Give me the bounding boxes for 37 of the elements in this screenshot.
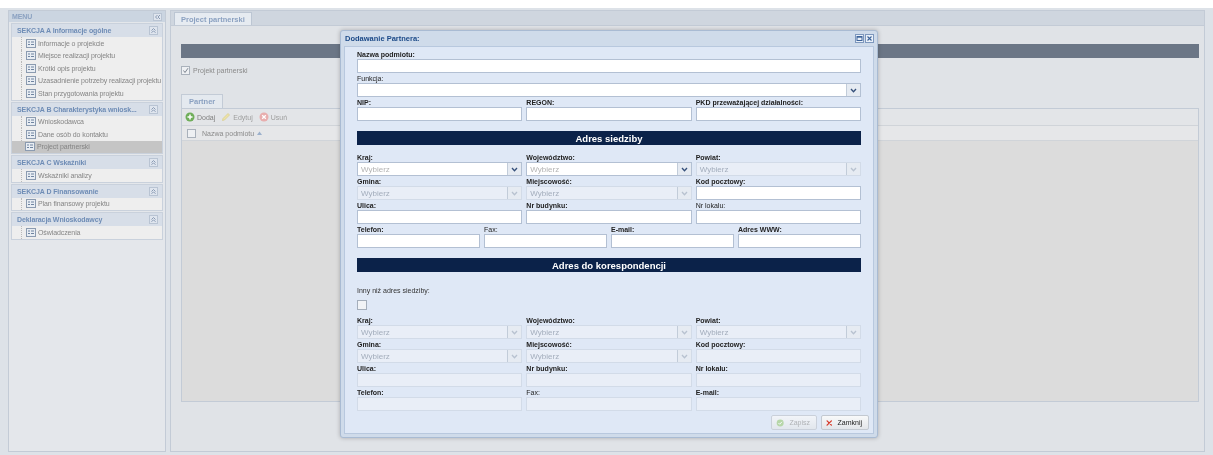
pencil-icon	[221, 112, 232, 122]
input-field[interactable]	[357, 59, 861, 73]
checkbox[interactable]	[187, 128, 196, 138]
delete-icon	[258, 112, 269, 122]
maximize-icon[interactable]	[855, 34, 864, 43]
checkbox[interactable]	[357, 300, 367, 310]
checkbox[interactable]	[181, 66, 190, 75]
form-icon	[26, 51, 36, 61]
input-field[interactable]	[738, 234, 861, 248]
collapse-icon[interactable]	[149, 26, 158, 35]
form-icon	[26, 129, 36, 139]
checkmark-icon	[182, 67, 189, 74]
plus-icon	[185, 112, 195, 122]
input-field[interactable]	[695, 107, 861, 121]
collapse-icon[interactable]	[149, 186, 158, 196]
section-header: Adres do korespondencji	[357, 258, 861, 272]
select-field[interactable]: Wybierz	[357, 162, 523, 176]
input-field[interactable]	[484, 234, 607, 248]
collapse-icon[interactable]	[149, 104, 158, 114]
select-field[interactable]	[357, 83, 861, 97]
input-field[interactable]	[357, 234, 480, 248]
collapse-icon[interactable]	[149, 158, 158, 167]
close-icon[interactable]	[865, 34, 874, 43]
section-header: Adres siedziby	[357, 131, 861, 145]
input-field[interactable]	[526, 210, 692, 224]
input-field[interactable]	[526, 107, 692, 121]
input-field[interactable]	[695, 186, 861, 200]
sort-arrow-icon	[257, 131, 263, 135]
collapse-icon[interactable]	[153, 12, 162, 21]
select-field[interactable]: Wybierz	[526, 162, 692, 176]
input-field[interactable]	[695, 210, 861, 224]
input-field[interactable]	[611, 234, 734, 248]
input-field[interactable]	[357, 107, 523, 121]
form-icon	[26, 76, 36, 86]
collapse-icon[interactable]	[149, 215, 158, 224]
form-icon	[26, 63, 36, 73]
input-field[interactable]	[357, 210, 523, 224]
